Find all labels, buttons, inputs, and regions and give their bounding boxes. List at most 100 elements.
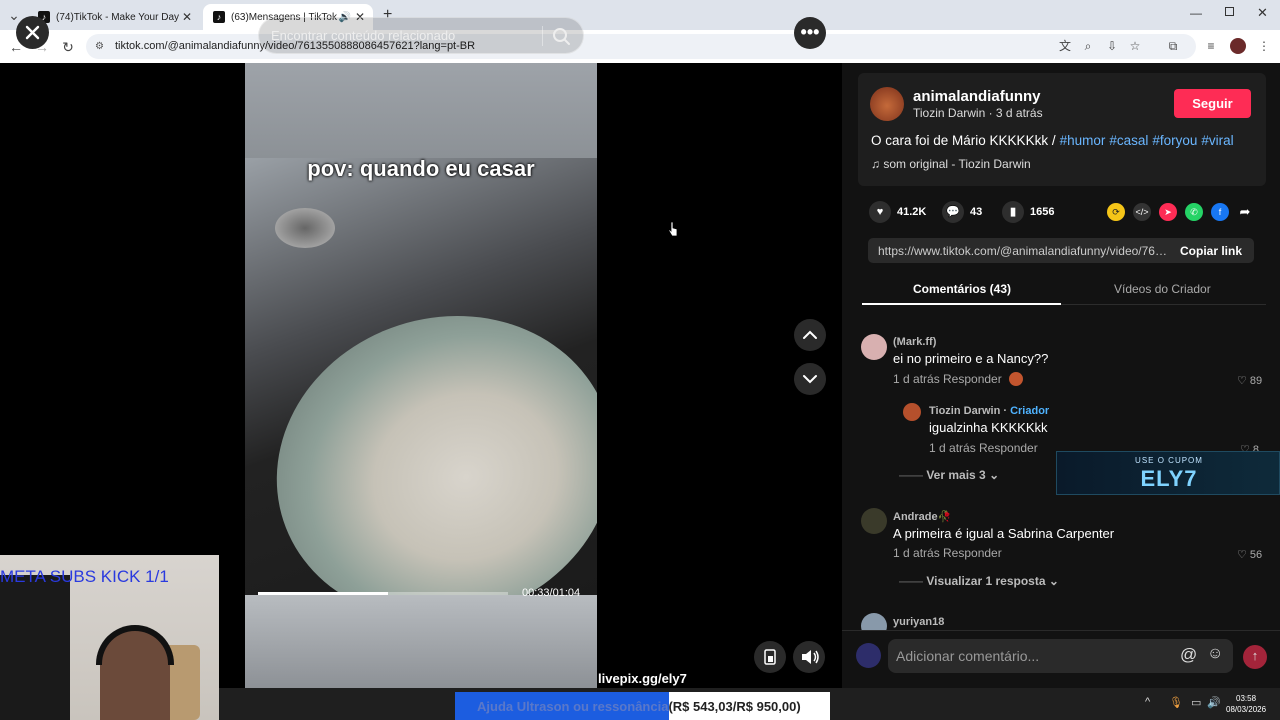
hashtag-link[interactable]: #viral: [1201, 133, 1233, 148]
donation-goal-bar: Ajuda Ultrason ou ressonância(R$ 543,03/…: [455, 692, 830, 720]
comment-button[interactable]: 💬 43: [942, 201, 983, 223]
menu-dots-icon[interactable]: ⋮: [1256, 38, 1272, 54]
previous-video-button[interactable]: [794, 319, 826, 351]
network-icon[interactable]: ▭: [1191, 696, 1201, 709]
hashtag-link[interactable]: #casal: [1109, 133, 1148, 148]
comment-input[interactable]: Adicionar comentário... @ ☺: [888, 639, 1233, 673]
related-search-box[interactable]: Encontrar conteúdo relacionado: [258, 17, 584, 54]
donation-goal-text: Ajuda Ultrason ou ressonância(R$ 543,03/…: [477, 699, 801, 714]
restore-icon[interactable]: [1225, 7, 1234, 16]
video-progress-fill: [258, 592, 388, 595]
facebook-icon[interactable]: f: [1211, 203, 1229, 221]
headset-icon: [96, 625, 174, 665]
comment-like-button[interactable]: ♡ 89: [1237, 374, 1262, 387]
tab-creator-videos[interactable]: Vídeos do Criador: [1114, 282, 1211, 296]
view-replies[interactable]: —— Visualizar 1 resposta ⌄: [899, 574, 1059, 588]
repost-icon[interactable]: ⟳: [1107, 203, 1125, 221]
creator-avatar[interactable]: [870, 87, 904, 121]
hashtag-link[interactable]: #foryou: [1152, 133, 1197, 148]
extensions-icon[interactable]: ⧉: [1165, 38, 1181, 54]
pip-icon: [764, 649, 776, 665]
install-app-icon[interactable]: ⇩: [1104, 38, 1120, 54]
search-icon[interactable]: [551, 26, 571, 46]
mention-icon[interactable]: @: [1180, 645, 1197, 665]
volume-icon: [802, 650, 819, 664]
comment-like-button[interactable]: ♡ 56: [1237, 548, 1262, 561]
commenter-name[interactable]: (Mark.ff): [893, 336, 936, 348]
clock-date: 08/03/2026: [1226, 705, 1267, 714]
tab-tiktok[interactable]: ♪ (74)TikTok - Make Your Day ✕: [28, 4, 200, 30]
more-options-button[interactable]: •••: [794, 17, 826, 49]
video-bottom-area: [245, 595, 597, 688]
creator-badge: Criador: [1010, 405, 1050, 417]
tab-comments[interactable]: Comentários (43): [913, 282, 1011, 296]
send-comment-button[interactable]: ↑: [1243, 645, 1267, 669]
save-button[interactable]: ▮ 1656: [1002, 201, 1055, 223]
reply-reply-button[interactable]: Responder: [979, 441, 1038, 455]
bookmark-star-icon[interactable]: ☆: [1127, 38, 1143, 54]
comment-like-count: 89: [1249, 375, 1263, 387]
search-input[interactable]: Encontrar conteúdo relacionado: [271, 28, 455, 43]
video-top-area: [245, 63, 597, 158]
reply-text: igualzinha KKKKKkk: [929, 420, 1048, 435]
emoji-icon[interactable]: ☺: [1207, 645, 1223, 663]
heart-outline-icon: ♡: [1237, 375, 1250, 387]
commenter-name[interactable]: yuriyan18: [893, 616, 944, 628]
reload-icon[interactable]: ↻: [60, 39, 76, 55]
mouse-cursor-icon: [668, 221, 678, 237]
speaker-icon[interactable]: 🔊: [1207, 696, 1221, 709]
hashtag-link[interactable]: #humor: [1060, 133, 1106, 148]
tray-chevron-icon[interactable]: ^: [1145, 696, 1150, 708]
commenter-avatar[interactable]: [861, 334, 887, 360]
site-info-icon[interactable]: ⚙: [95, 34, 104, 59]
floating-player-button[interactable]: [754, 641, 786, 673]
reply-time: 1 d atrás: [929, 441, 976, 455]
microphone-icon[interactable]: 🎙: [1169, 696, 1183, 709]
follow-button[interactable]: Seguir: [1174, 89, 1251, 118]
my-avatar[interactable]: [856, 643, 881, 668]
save-count: 1656: [1030, 206, 1055, 218]
reply-author[interactable]: Tiozin Darwin · Criador: [929, 405, 1049, 417]
minimize-icon[interactable]: —: [1190, 6, 1202, 20]
comment-text: ei no primeiro e a Nancy??: [893, 351, 1049, 366]
share-link-text[interactable]: https://www.tiktok.com/@animalandiafunny…: [878, 244, 1170, 258]
see-more-replies[interactable]: —— Ver mais 3 ⌄: [899, 468, 999, 482]
creator-username[interactable]: animalandiafunny: [913, 88, 1041, 105]
profile-avatar[interactable]: [1230, 38, 1246, 54]
send-icon[interactable]: ➤: [1159, 203, 1177, 221]
translate-icon[interactable]: 文: [1057, 38, 1073, 54]
copy-link-button[interactable]: Copiar link: [1180, 244, 1242, 258]
share-arrow-icon[interactable]: ➦: [1236, 203, 1254, 221]
creator-liked-avatar: [1009, 372, 1023, 386]
comment-count: 43: [970, 206, 983, 218]
reply-button[interactable]: Responder: [943, 546, 1002, 560]
comment-text: A primeira é igual a Sabrina Carpenter: [893, 526, 1115, 541]
next-video-button[interactable]: [794, 363, 826, 395]
coupon-label: USE O CUPOM: [1135, 456, 1203, 465]
system-clock[interactable]: 03:58 08/03/2026: [1226, 693, 1266, 715]
volume-button[interactable]: [793, 641, 825, 673]
whatsapp-icon[interactable]: ✆: [1185, 203, 1203, 221]
commenter-avatar[interactable]: [861, 508, 887, 534]
music-link[interactable]: ♫ som original - Tiozin Darwin: [871, 157, 1031, 171]
url-field[interactable]: ⚙ tiktok.com/@animalandiafunny/video/761…: [86, 34, 1196, 59]
close-tab-icon[interactable]: ✕: [182, 10, 192, 24]
close-video-button[interactable]: [16, 16, 49, 49]
coupon-overlay: USE O CUPOM ELY7: [1056, 451, 1280, 495]
video-progress-bar[interactable]: [258, 592, 508, 595]
zoom-icon[interactable]: ⌕: [1080, 38, 1096, 54]
reply-button[interactable]: Responder: [943, 372, 1002, 386]
media-control-icon[interactable]: ≡: [1203, 38, 1219, 54]
commenter-name[interactable]: Andrade🥀: [893, 510, 951, 523]
creator-reply-avatar[interactable]: [903, 403, 921, 421]
heart-icon: ♥: [869, 201, 891, 223]
description-text: O cara foi de Mário KKKKKkk /: [871, 133, 1056, 148]
creator-subline: Tiozin Darwin · 3 d atrás: [913, 106, 1043, 120]
like-count: 41.2K: [897, 206, 927, 218]
donation-goal-label: Ajuda Ultrason ou ressonância: [477, 699, 669, 714]
embed-icon[interactable]: </>: [1133, 203, 1151, 221]
tab-title: (74)TikTok - Make Your Day: [56, 11, 180, 23]
video-caption: pov: quando eu casar: [307, 156, 535, 181]
close-window-icon[interactable]: ✕: [1257, 5, 1268, 21]
like-button[interactable]: ♥ 41.2K: [869, 201, 927, 223]
